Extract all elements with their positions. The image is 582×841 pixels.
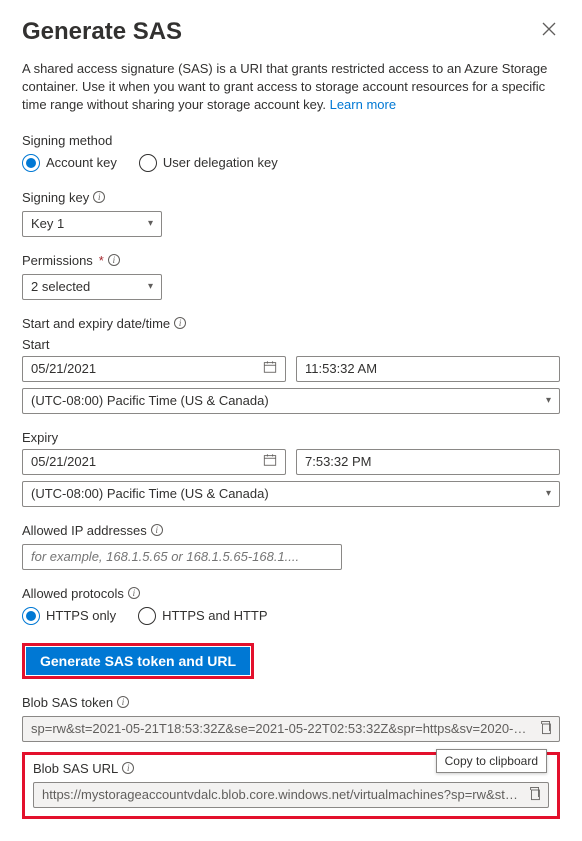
allowed-ip-input[interactable] bbox=[22, 544, 342, 570]
sas-url-value[interactable]: https://mystorageaccountvdalc.blob.core.… bbox=[33, 782, 549, 808]
sas-token-label: Blob SAS token i bbox=[22, 695, 560, 710]
signing-method-account-key-radio[interactable] bbox=[22, 154, 40, 172]
description-text: A shared access signature (SAS) is a URI… bbox=[22, 60, 560, 115]
radio-label: User delegation key bbox=[163, 155, 278, 170]
info-icon[interactable]: i bbox=[93, 191, 105, 203]
start-label: Start bbox=[22, 337, 560, 352]
expiry-date-input[interactable]: 05/21/2021 bbox=[22, 449, 286, 475]
close-icon bbox=[542, 22, 556, 36]
expiry-label: Expiry bbox=[22, 430, 560, 445]
allowed-protocols-label: Allowed protocols i bbox=[22, 586, 560, 601]
chevron-down-icon: ▾ bbox=[546, 488, 551, 499]
signing-method-user-delegation-radio[interactable] bbox=[139, 154, 157, 172]
protocol-https-http-radio[interactable] bbox=[138, 607, 156, 625]
radio-label: Account key bbox=[46, 155, 117, 170]
page-title: Generate SAS bbox=[22, 18, 182, 46]
signing-key-select[interactable]: Key 1 ▾ bbox=[22, 211, 162, 237]
highlight-box: Generate SAS token and URL bbox=[22, 643, 254, 679]
info-icon[interactable]: i bbox=[122, 762, 134, 774]
protocol-https-only-radio[interactable] bbox=[22, 607, 40, 625]
allowed-ip-label: Allowed IP addresses i bbox=[22, 523, 560, 538]
learn-more-link[interactable]: Learn more bbox=[330, 97, 396, 112]
copy-icon[interactable] bbox=[539, 720, 553, 737]
required-indicator: * bbox=[99, 253, 104, 268]
info-icon[interactable]: i bbox=[151, 524, 163, 536]
signing-method-label: Signing method bbox=[22, 133, 560, 148]
start-time-input[interactable]: 11:53:32 AM bbox=[296, 356, 560, 382]
permissions-select[interactable]: 2 selected ▾ bbox=[22, 274, 162, 300]
info-icon[interactable]: i bbox=[174, 317, 186, 329]
calendar-icon bbox=[263, 453, 277, 470]
info-icon[interactable]: i bbox=[108, 254, 120, 266]
permissions-label: Permissions* i bbox=[22, 253, 560, 268]
chevron-down-icon: ▾ bbox=[148, 281, 153, 292]
sas-token-value[interactable]: sp=rw&st=2021-05-21T18:53:32Z&se=2021-05… bbox=[22, 716, 560, 742]
expiry-timezone-select[interactable]: (UTC-08:00) Pacific Time (US & Canada) ▾ bbox=[22, 481, 560, 507]
info-icon[interactable]: i bbox=[128, 587, 140, 599]
chevron-down-icon: ▾ bbox=[546, 395, 551, 406]
datetime-section-label: Start and expiry date/time i bbox=[22, 316, 560, 331]
copy-tooltip: Copy to clipboard bbox=[436, 749, 547, 773]
start-timezone-select[interactable]: (UTC-08:00) Pacific Time (US & Canada) ▾ bbox=[22, 388, 560, 414]
highlight-box: Copy to clipboard Blob SAS URL i https:/… bbox=[22, 752, 560, 819]
generate-sas-button[interactable]: Generate SAS token and URL bbox=[26, 647, 250, 675]
calendar-icon bbox=[263, 360, 277, 377]
radio-label: HTTPS and HTTP bbox=[162, 608, 267, 623]
chevron-down-icon: ▾ bbox=[148, 218, 153, 229]
copy-icon[interactable] bbox=[528, 786, 542, 803]
close-button[interactable] bbox=[538, 18, 560, 43]
start-date-input[interactable]: 05/21/2021 bbox=[22, 356, 286, 382]
signing-key-label: Signing key i bbox=[22, 190, 560, 205]
info-icon[interactable]: i bbox=[117, 696, 129, 708]
radio-label: HTTPS only bbox=[46, 608, 116, 623]
expiry-time-input[interactable]: 7:53:32 PM bbox=[296, 449, 560, 475]
